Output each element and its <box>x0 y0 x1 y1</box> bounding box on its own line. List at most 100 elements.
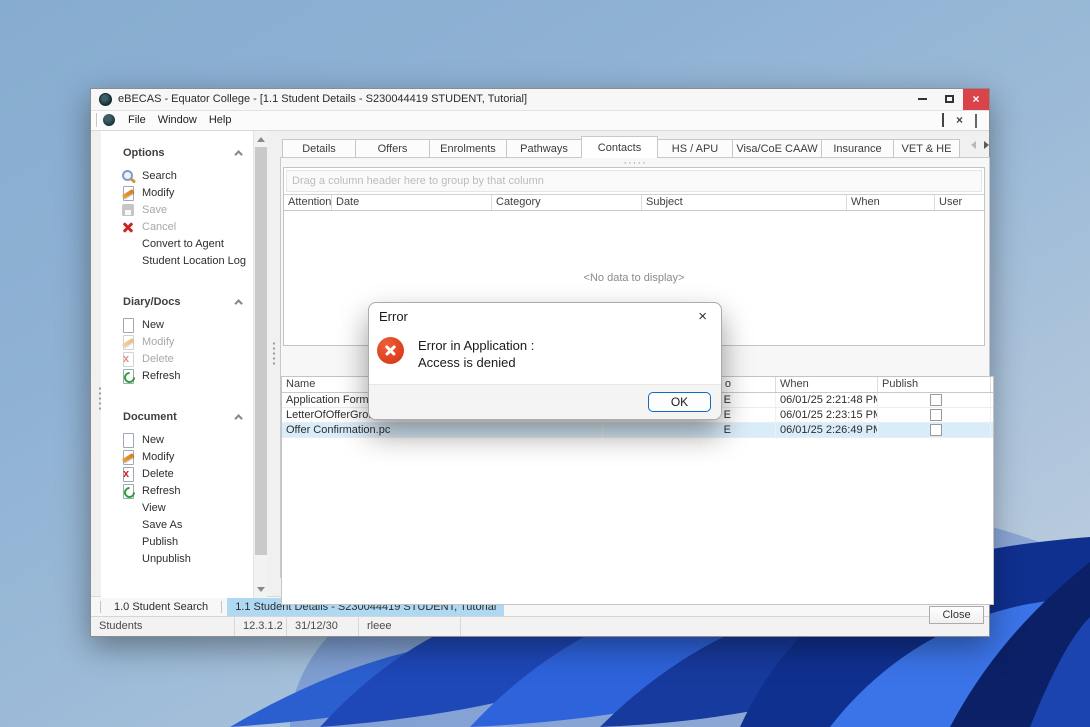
doc-when: 06/01/25 2:26:49 PM <box>776 423 878 437</box>
tab-contacts[interactable]: Contacts <box>581 136 658 158</box>
error-dialog-body: Error in Application : Access is denied <box>369 329 721 371</box>
error-dialog-title: Error <box>379 309 408 324</box>
error-message-line2: Access is denied <box>418 354 534 371</box>
close-button[interactable]: × <box>963 89 989 110</box>
splitter-dots[interactable]: ····· <box>623 159 646 167</box>
sidebar-scrollbar[interactable] <box>253 131 267 598</box>
panel-close-button[interactable]: Close <box>929 606 984 624</box>
column-header-attention[interactable]: Attention <box>284 195 332 210</box>
search-icon <box>121 169 135 183</box>
sidebar-item-diary-delete[interactable]: Delete <box>101 351 253 368</box>
mdi-close-button[interactable]: × <box>956 114 963 126</box>
scroll-up-icon[interactable] <box>257 137 265 142</box>
status-user: rleee <box>359 617 461 636</box>
titlebar[interactable]: eBECAS - Equator College - [1.1 Student … <box>91 89 989 111</box>
document-row-selected[interactable]: Offer Confirmation.pc E 06/01/25 2:26:49… <box>282 423 993 438</box>
column-header-when[interactable]: When <box>776 377 878 392</box>
collapse-chevron-icon <box>234 299 242 307</box>
doc-publish-cell <box>878 423 991 437</box>
doc-partial: E <box>603 423 776 437</box>
tab-pathways[interactable]: Pathways <box>506 139 582 158</box>
group-by-hint[interactable]: Drag a column header here to group by th… <box>286 170 982 192</box>
menu-help[interactable]: Help <box>203 111 238 129</box>
publish-checkbox[interactable] <box>930 409 942 421</box>
cancel-icon <box>121 220 135 234</box>
column-header-user[interactable]: User <box>935 195 984 210</box>
sidebar-item-diary-refresh[interactable]: Refresh <box>101 368 253 385</box>
tab-vet-he[interactable]: VET & HE <box>893 139 960 158</box>
column-header-when[interactable]: When <box>847 195 935 210</box>
menu-window[interactable]: Window <box>152 111 203 129</box>
sidebar-item-doc-save-as[interactable]: Save As <box>101 517 253 534</box>
status-empty <box>461 617 989 636</box>
collapse-chevron-icon <box>234 414 242 422</box>
modify-icon <box>121 335 135 349</box>
column-header-subject[interactable]: Subject <box>642 195 847 210</box>
mdi-menu-chevron[interactable] <box>975 114 977 126</box>
tab-visa-coe-caaw[interactable]: Visa/CoE CAAW <box>732 139 822 158</box>
modify-icon <box>121 186 135 200</box>
tabstrip: Details Offers Enrolments Pathways Conta… <box>282 136 969 158</box>
sidebar-item-doc-refresh[interactable]: Refresh <box>101 483 253 500</box>
new-document-icon <box>121 318 135 332</box>
tab-insurance[interactable]: Insurance <box>821 139 894 158</box>
statusbar: Students 12.3.1.2 31/12/30 rleee <box>91 616 989 636</box>
column-header-category[interactable]: Category <box>492 195 642 210</box>
tab-separator <box>100 601 101 613</box>
panel-drag-handle[interactable] <box>272 341 276 367</box>
refresh-icon <box>121 369 135 383</box>
sidebar-item-doc-new[interactable]: New <box>101 432 253 449</box>
tab-details[interactable]: Details <box>282 139 356 158</box>
sidebar-item-student-location-log[interactable]: Student Location Log <box>101 253 253 270</box>
scroll-down-icon[interactable] <box>257 587 265 592</box>
sidebar-item-doc-delete[interactable]: Delete <box>101 466 253 483</box>
sidebar-group-diary-docs[interactable]: Diary/Docs <box>101 294 253 310</box>
delete-icon <box>121 352 135 366</box>
sidebar-item-modify[interactable]: Modify <box>101 185 253 202</box>
maximize-icon <box>945 95 954 103</box>
tab-enrolments[interactable]: Enrolments <box>429 139 507 158</box>
error-icon <box>377 337 404 364</box>
error-dialog-footer: OK <box>369 384 721 419</box>
column-header-publish[interactable]: Publish <box>878 377 991 392</box>
window-title: eBECAS - Equator College - [1.1 Student … <box>118 93 527 105</box>
ok-button[interactable]: OK <box>648 392 711 412</box>
doc-tab-student-search[interactable]: 1.0 Student Search <box>106 598 216 616</box>
publish-checkbox[interactable] <box>930 394 942 406</box>
chevron-down-icon <box>975 114 977 128</box>
error-dialog-close-button[interactable]: × <box>694 307 711 326</box>
tab-hs-apu[interactable]: HS / APU <box>657 139 733 158</box>
sidebar-group-options[interactable]: Options <box>101 145 253 161</box>
sidebar-item-save[interactable]: Save <box>101 202 253 219</box>
app-logo-icon <box>99 93 112 106</box>
minimize-icon <box>918 98 927 100</box>
status-date: 31/12/30 <box>287 617 359 636</box>
tab-scroll-right-icon[interactable] <box>984 141 989 149</box>
scrollbar-thumb[interactable] <box>255 147 267 555</box>
sidebar-item-doc-modify[interactable]: Modify <box>101 449 253 466</box>
sidebar-item-convert-to-agent[interactable]: Convert to Agent <box>101 236 253 253</box>
minimize-button[interactable] <box>909 89 936 110</box>
mdi-restore-button[interactable] <box>942 114 944 126</box>
error-dialog-titlebar[interactable]: Error × <box>369 303 721 329</box>
sidebar-item-doc-publish[interactable]: Publish <box>101 534 253 551</box>
tab-scroll-left-icon[interactable] <box>971 141 976 149</box>
sidebar-item-doc-unpublish[interactable]: Unpublish <box>101 551 253 568</box>
sidebar: Options Search Modify Save Cancel <box>101 131 253 598</box>
tab-scroll-buttons <box>971 141 989 149</box>
sidebar-item-cancel[interactable]: Cancel <box>101 219 253 236</box>
toolbar-grip[interactable] <box>96 113 99 127</box>
maximize-button[interactable] <box>936 89 963 110</box>
sidebar-item-search[interactable]: Search <box>101 168 253 185</box>
publish-checkbox[interactable] <box>930 424 942 436</box>
sidebar-group-document[interactable]: Document <box>101 409 253 425</box>
save-icon <box>121 203 135 217</box>
tab-separator <box>221 601 222 613</box>
sidebar-item-doc-view[interactable]: View <box>101 500 253 517</box>
sidebar-item-diary-modify[interactable]: Modify <box>101 334 253 351</box>
modify-icon <box>121 450 135 464</box>
sidebar-item-diary-new[interactable]: New <box>101 317 253 334</box>
menu-file[interactable]: File <box>122 111 152 129</box>
column-header-date[interactable]: Date <box>332 195 492 210</box>
tab-offers[interactable]: Offers <box>355 139 430 158</box>
